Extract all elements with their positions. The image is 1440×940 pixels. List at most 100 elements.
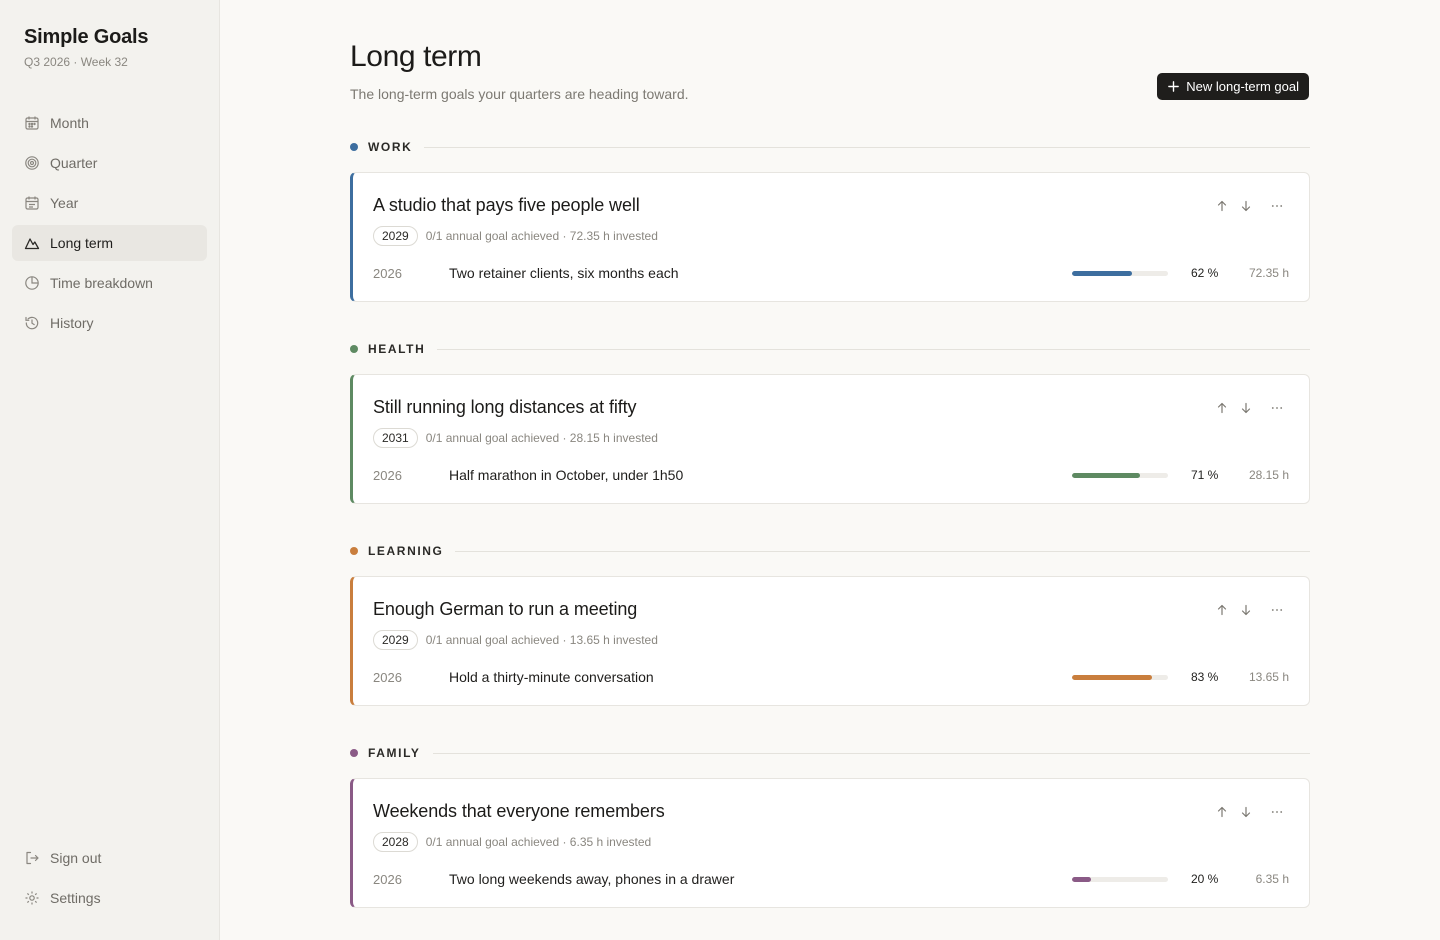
section-label: WORK — [368, 140, 413, 154]
move-up-button[interactable] — [1215, 401, 1229, 415]
move-down-button[interactable] — [1239, 603, 1253, 617]
hours-invested: 13.65 h — [1248, 670, 1289, 684]
annual-goal-text: Half marathon in October, under 1h50 — [449, 467, 684, 483]
nav-item-year[interactable]: Year — [12, 185, 207, 221]
new-long-term-goal-button[interactable]: New long-term goal — [1157, 73, 1309, 100]
long-term-goal-card[interactable]: Still running long distances at fifty 20… — [350, 374, 1310, 504]
move-down-button[interactable] — [1239, 199, 1253, 213]
nav-item-long-term[interactable]: Long term — [12, 225, 207, 261]
arrow-up-icon — [1217, 402, 1227, 414]
goal-title: Enough German to run a meeting — [373, 599, 638, 619]
brand: Simple Goals Q3 2026 · Week 32 — [12, 26, 207, 69]
nav-label: Long term — [50, 235, 114, 251]
plus-icon — [1168, 81, 1180, 92]
section-divider — [437, 348, 1310, 350]
section-color-dot — [350, 749, 358, 757]
sidebar-footer: Sign out Settings — [12, 840, 207, 916]
calendar-icon — [25, 116, 39, 130]
annual-goal-year: 2026 — [373, 265, 402, 281]
nav-item-history[interactable]: History — [12, 305, 207, 341]
goal-section-learning: LEARNING Enough German to run a meeting … — [350, 540, 1310, 706]
long-term-goal-card[interactable]: A studio that pays five people well 2029… — [350, 172, 1310, 302]
nav-item-quarter[interactable]: Quarter — [12, 145, 207, 181]
progress-percent: 20 % — [1191, 872, 1219, 886]
target-year-badge: 2029 — [373, 226, 418, 246]
annual-goal-text: Two long weekends away, phones in a draw… — [449, 871, 735, 887]
arrow-down-icon — [1241, 200, 1251, 212]
annual-goal-year: 2026 — [373, 871, 402, 887]
move-down-button[interactable] — [1239, 401, 1253, 415]
section-color-dot — [350, 345, 358, 353]
more-options-button[interactable] — [1267, 401, 1287, 415]
card-actions — [1215, 401, 1287, 415]
calendar-year-icon — [25, 196, 39, 210]
target-year-badge: 2029 — [373, 630, 418, 650]
nav-label: Sign out — [50, 850, 102, 866]
more-options-button[interactable] — [1267, 199, 1287, 213]
move-up-button[interactable] — [1215, 805, 1229, 819]
nav-label: History — [50, 315, 94, 331]
arrow-up-icon — [1217, 200, 1227, 212]
more-options-button[interactable] — [1267, 805, 1287, 819]
section-divider — [455, 550, 1310, 552]
progress-bar-fill — [1072, 674, 1152, 680]
annual-goal-year: 2026 — [373, 467, 402, 483]
nav-label: Settings — [50, 890, 101, 906]
more-horizontal-icon — [1271, 811, 1283, 813]
nav-label: Quarter — [50, 155, 98, 171]
goal-meta-text: 0/1 annual goal achieved · 72.35 h inves… — [425, 229, 658, 243]
section-header: LEARNING — [350, 540, 1310, 562]
goal-section-family: FAMILY Weekends that everyone remembers … — [350, 742, 1310, 908]
section-divider — [432, 752, 1310, 754]
arrow-down-icon — [1241, 604, 1251, 616]
hours-invested: 28.15 h — [1248, 468, 1289, 482]
goal-meta: 2028 0/1 annual goal achieved · 6.35 h i… — [373, 832, 1289, 852]
goal-section-work: WORK A studio that pays five people well… — [350, 136, 1310, 302]
settings-button[interactable]: Settings — [12, 880, 207, 916]
card-actions — [1215, 603, 1287, 617]
move-down-button[interactable] — [1239, 805, 1253, 819]
progress-bar — [1072, 674, 1168, 680]
goal-title: A studio that pays five people well — [373, 195, 640, 215]
goal-sections: WORK A studio that pays five people well… — [350, 136, 1310, 908]
progress-bar — [1072, 270, 1168, 276]
goal-meta-text: 0/1 annual goal achieved · 28.15 h inves… — [425, 431, 658, 445]
progress-bar-fill — [1072, 472, 1141, 478]
goal-meta: 2029 0/1 annual goal achieved · 72.35 h … — [373, 226, 1289, 246]
section-label: HEALTH — [368, 342, 426, 356]
annual-goal-row[interactable]: 2026 Two retainer clients, six months ea… — [373, 263, 1289, 283]
long-term-goal-card[interactable]: Enough German to run a meeting 2029 0/1 … — [350, 576, 1310, 706]
sidebar: Simple Goals Q3 2026 · Week 32 Month Qua… — [0, 0, 220, 940]
progress-percent: 71 % — [1191, 468, 1219, 482]
nav-item-time-breakdown[interactable]: Time breakdown — [12, 265, 207, 301]
sign-out-icon — [26, 851, 39, 865]
nav-item-month[interactable]: Month — [12, 105, 207, 141]
annual-goal-text: Two retainer clients, six months each — [449, 265, 679, 281]
target-year-badge: 2031 — [373, 428, 418, 448]
target-icon — [25, 156, 39, 170]
target-year-badge: 2028 — [373, 832, 418, 852]
card-actions — [1215, 805, 1287, 819]
section-color-dot — [350, 547, 358, 555]
app-title: Simple Goals — [24, 26, 149, 48]
goal-title: Weekends that everyone remembers — [373, 801, 665, 821]
move-up-button[interactable] — [1215, 199, 1229, 213]
section-label: LEARNING — [368, 544, 444, 558]
sign-out-button[interactable]: Sign out — [12, 840, 207, 876]
annual-goal-row[interactable]: 2026 Two long weekends away, phones in a… — [373, 869, 1289, 889]
gear-icon — [25, 891, 39, 905]
goal-meta: 2029 0/1 annual goal achieved · 13.65 h … — [373, 630, 1289, 650]
page-header: Long term The long-term goals your quart… — [350, 40, 1310, 136]
long-term-goal-card[interactable]: Weekends that everyone remembers 2028 0/… — [350, 778, 1310, 908]
section-label: FAMILY — [368, 746, 421, 760]
section-divider — [424, 146, 1310, 148]
annual-goal-row[interactable]: 2026 Hold a thirty-minute conversation 8… — [373, 667, 1289, 687]
annual-goal-row[interactable]: 2026 Half marathon in October, under 1h5… — [373, 465, 1289, 485]
arrow-up-icon — [1217, 604, 1227, 616]
arrow-down-icon — [1241, 806, 1251, 818]
nav-label: Time breakdown — [50, 275, 153, 291]
move-up-button[interactable] — [1215, 603, 1229, 617]
progress-bar — [1072, 876, 1168, 882]
more-options-button[interactable] — [1267, 603, 1287, 617]
section-header: WORK — [350, 136, 1310, 158]
